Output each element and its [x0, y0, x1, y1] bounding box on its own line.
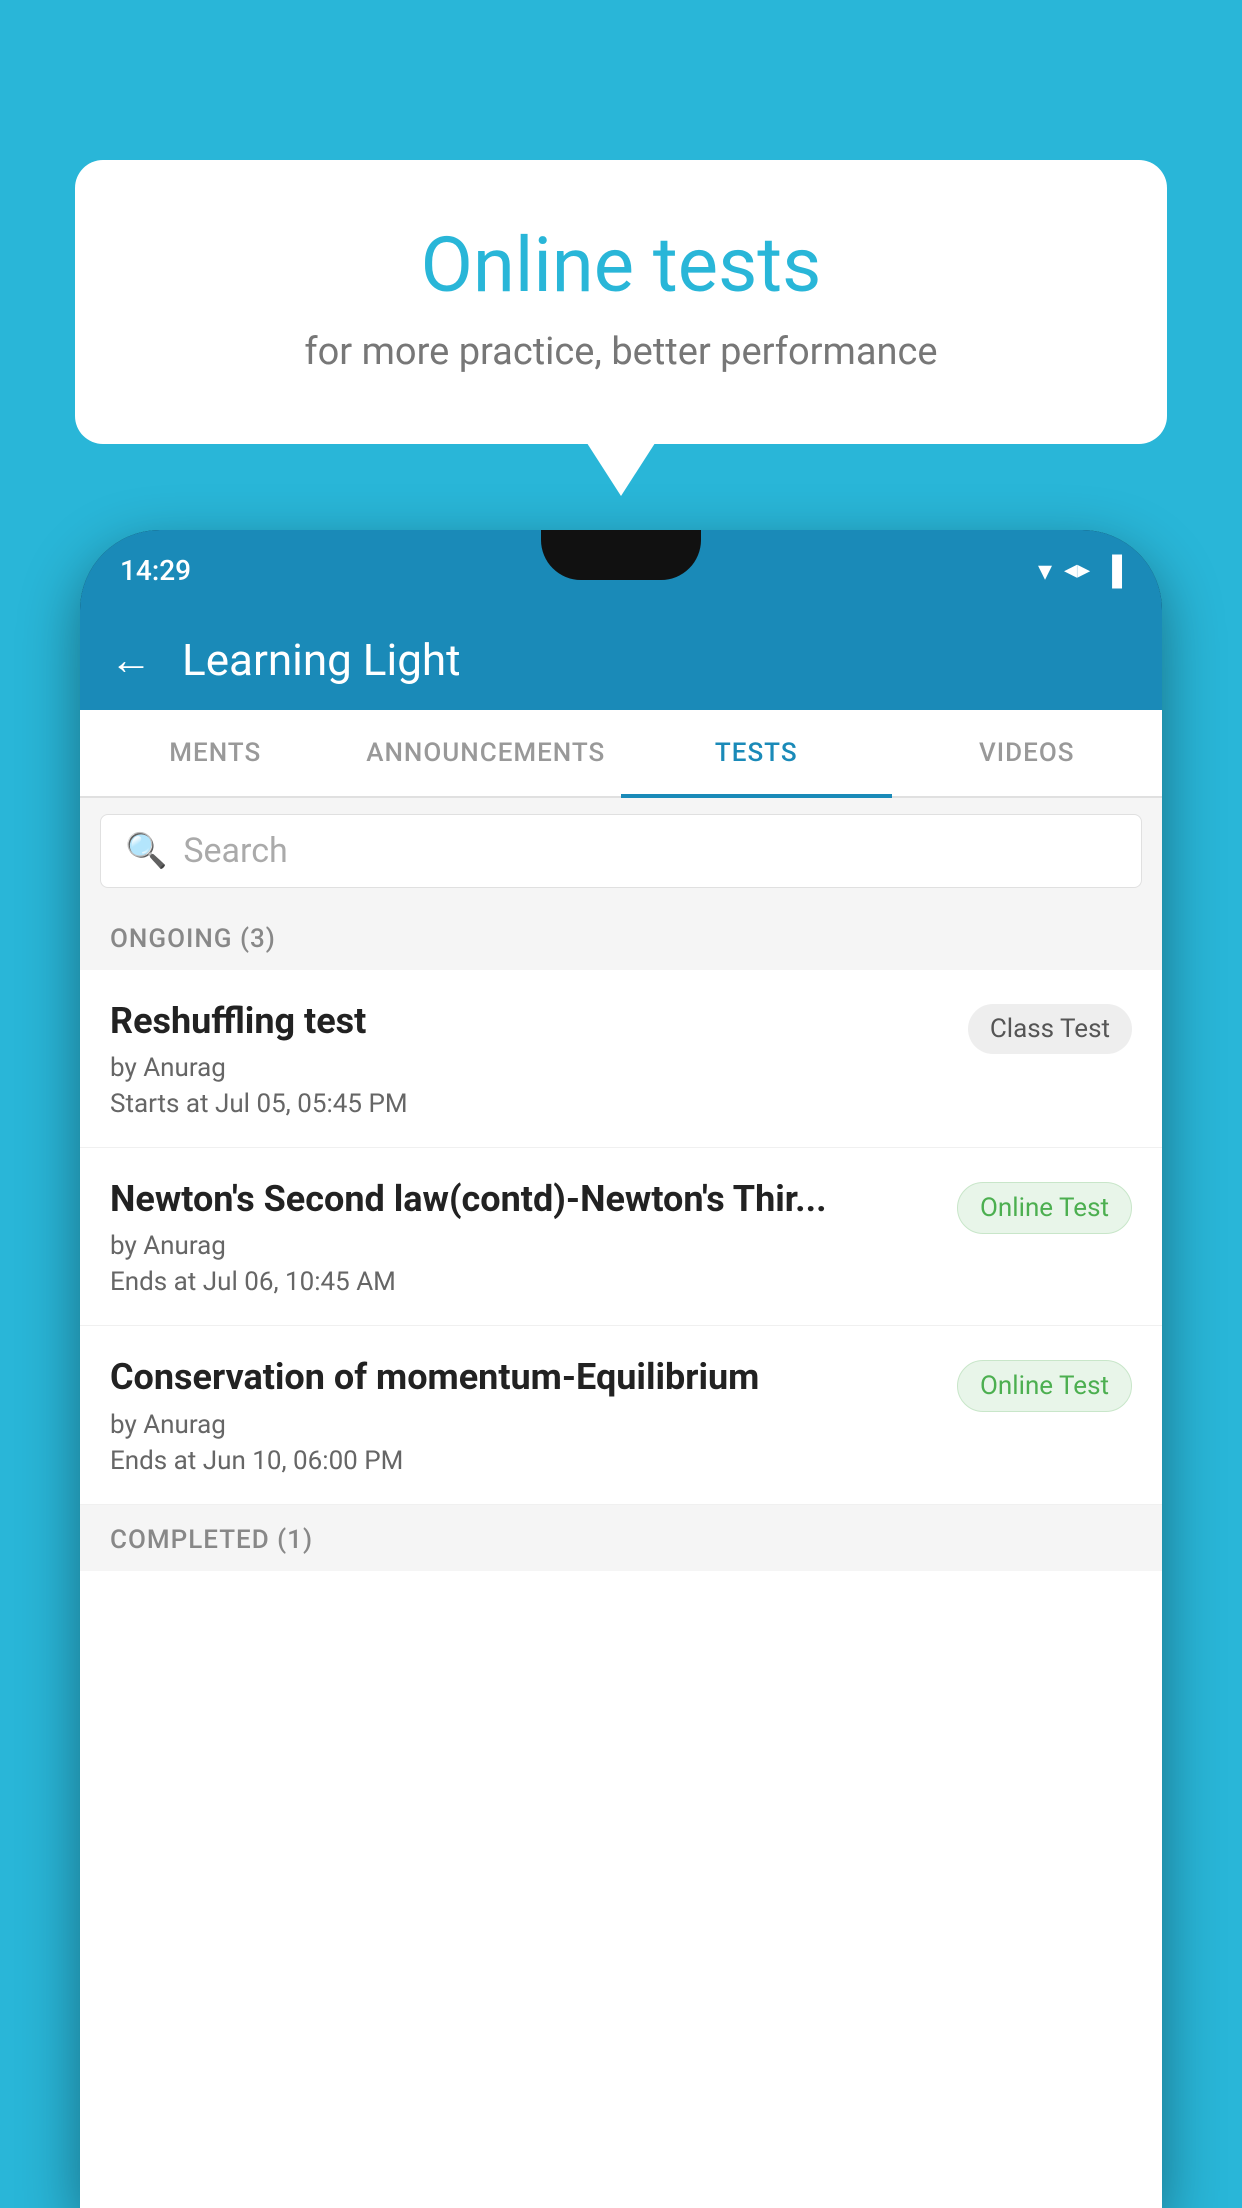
background: Online tests for more practice, better p… [0, 0, 1242, 2208]
test-date: Starts at Jul 05, 05:45 PM [110, 1089, 948, 1119]
completed-section-title: COMPLETED (1) [110, 1525, 313, 1555]
battery-icon: ▐ [1102, 554, 1122, 587]
speech-bubble: Online tests for more practice, better p… [75, 160, 1167, 444]
speech-bubble-title: Online tests [155, 220, 1087, 310]
test-badge: Online Test [957, 1360, 1132, 1412]
search-bar-container: 🔍 Search [80, 798, 1162, 904]
phone-frame: 14:29 ▾ ◂▸ ▐ ← Learning Light MENTS ANNO… [80, 530, 1162, 2208]
test-info: Conservation of momentum-Equilibrium by … [110, 1356, 937, 1475]
test-date: Ends at Jun 10, 06:00 PM [110, 1446, 937, 1476]
test-name: Newton's Second law(contd)-Newton's Thir… [110, 1178, 937, 1221]
tab-announcements[interactable]: ANNOUNCEMENTS [351, 710, 622, 796]
tab-videos[interactable]: VIDEOS [892, 710, 1163, 796]
search-input[interactable]: Search [183, 831, 287, 871]
wifi-icon: ▾ [1038, 554, 1052, 587]
status-icons: ▾ ◂▸ ▐ [1038, 554, 1122, 587]
signal-icon: ◂▸ [1064, 555, 1090, 585]
test-name: Reshuffling test [110, 1000, 948, 1043]
test-author: by Anurag [110, 1231, 937, 1261]
test-list: Reshuffling test by Anurag Starts at Jul… [80, 970, 1162, 1505]
test-info: Newton's Second law(contd)-Newton's Thir… [110, 1178, 937, 1297]
test-info: Reshuffling test by Anurag Starts at Jul… [110, 1000, 948, 1119]
speech-bubble-subtitle: for more practice, better performance [155, 330, 1087, 374]
ongoing-section-title: ONGOING (3) [110, 924, 276, 954]
tab-tests[interactable]: TESTS [621, 710, 892, 796]
search-icon: 🔍 [125, 831, 167, 871]
search-input-wrapper[interactable]: 🔍 Search [100, 814, 1142, 888]
ongoing-section-header: ONGOING (3) [80, 904, 1162, 970]
back-button[interactable]: ← [110, 636, 152, 685]
test-name: Conservation of momentum-Equilibrium [110, 1356, 937, 1399]
test-badge: Class Test [968, 1004, 1132, 1054]
phone-screen: MENTS ANNOUNCEMENTS TESTS VIDEOS 🔍 Searc… [80, 710, 1162, 2208]
test-badge: Online Test [957, 1182, 1132, 1234]
app-title: Learning Light [182, 634, 461, 686]
app-header: ← Learning Light [80, 610, 1162, 710]
status-time: 14:29 [120, 554, 191, 587]
test-author: by Anurag [110, 1053, 948, 1083]
phone-notch [541, 530, 701, 580]
test-item[interactable]: Newton's Second law(contd)-Newton's Thir… [80, 1148, 1162, 1326]
status-bar: 14:29 ▾ ◂▸ ▐ [80, 530, 1162, 610]
test-item[interactable]: Reshuffling test by Anurag Starts at Jul… [80, 970, 1162, 1148]
test-author: by Anurag [110, 1410, 937, 1440]
tabs-bar: MENTS ANNOUNCEMENTS TESTS VIDEOS [80, 710, 1162, 798]
test-item[interactable]: Conservation of momentum-Equilibrium by … [80, 1326, 1162, 1504]
test-date: Ends at Jul 06, 10:45 AM [110, 1267, 937, 1297]
completed-section-header: COMPLETED (1) [80, 1505, 1162, 1571]
tab-ments[interactable]: MENTS [80, 710, 351, 796]
